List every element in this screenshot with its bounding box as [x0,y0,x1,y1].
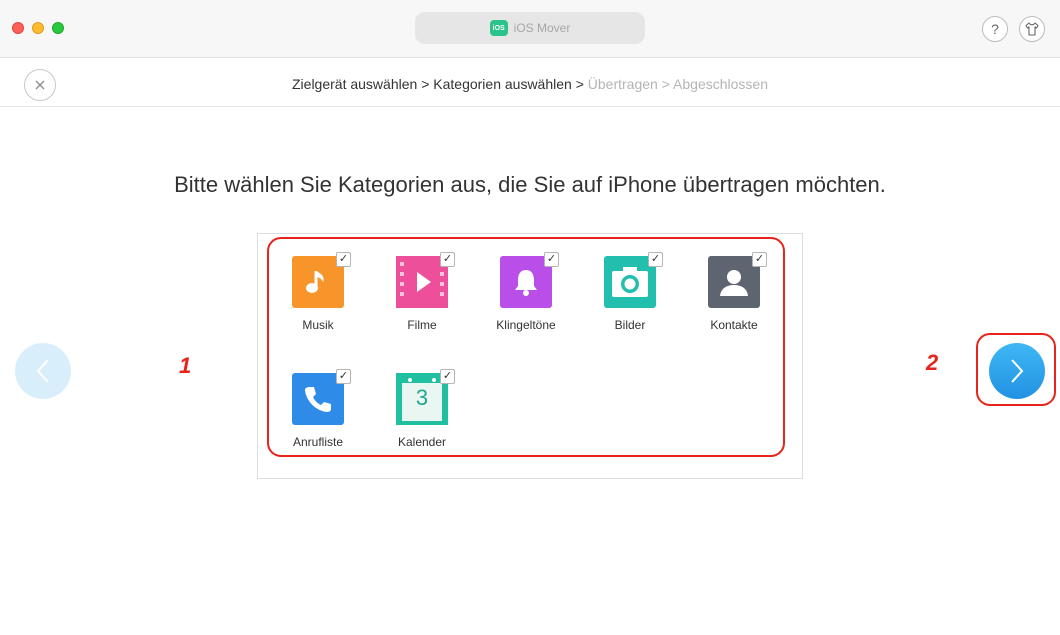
category-kontakte[interactable]: ✓ Kontakte [682,252,786,346]
category-musik[interactable]: ✓ Musik [266,252,370,346]
category-label: Kalender [397,435,447,449]
breadcrumb-step-select-device: Zielgerät auswählen [292,76,418,92]
category-label: Klingeltöne [496,318,556,332]
breadcrumb-step-select-categories: Kategorien auswählen [433,76,572,92]
window-zoom-button[interactable] [52,22,64,34]
help-button[interactable]: ? [982,16,1008,42]
klingeltoene-checkbox[interactable]: ✓ [544,252,559,267]
app-title: iOS Mover [513,21,571,35]
chevron-left-icon [36,359,49,383]
breadcrumb-separator: > [661,76,670,92]
kontakte-checkbox[interactable]: ✓ [752,252,767,267]
filme-checkbox[interactable]: ✓ [440,252,455,267]
next-button-highlight-frame [976,333,1056,406]
category-filme[interactable]: ✓ Filme [370,252,474,346]
category-label: Bilder [614,318,646,332]
bilder-checkbox[interactable]: ✓ [648,252,663,267]
category-bilder[interactable]: ✓ Bilder [578,252,682,346]
calendar-day: 3 [415,385,429,410]
anrufliste-checkbox[interactable]: ✓ [336,369,351,384]
breadcrumb-separator: > [421,76,430,92]
category-label: Filme [407,318,437,332]
breadcrumb-step-completed: Abgeschlossen [673,76,768,92]
category-kalender[interactable]: 3 ✓ Kalender [370,369,474,463]
app-title-pill: iOS iOS Mover [415,12,645,44]
ios-mover-logo-icon: iOS [489,20,508,36]
annotation-marker-1: 1 [179,353,192,378]
breadcrumb: Zielgerät auswählen > Kategorien auswähl… [0,76,1060,92]
category-label: Anrufliste [292,435,344,449]
category-klingeltoene[interactable]: ✓ Klingeltöne [474,252,578,346]
previous-button[interactable] [15,343,71,399]
window-minimize-button[interactable] [32,22,44,34]
category-label: Musik [302,318,334,332]
category-anrufliste[interactable]: ✓ Anrufliste [266,369,370,463]
skin-button[interactable] [1019,16,1045,42]
window-close-button[interactable] [12,22,24,34]
title-bar: iOS iOS Mover ? [0,0,1060,58]
annotation-marker-2: 2 [926,350,939,375]
tshirt-icon [1025,22,1039,36]
breadcrumb-step-transfer: Übertragen [587,76,658,92]
kalender-checkbox[interactable]: ✓ [440,369,455,384]
page-heading: Bitte wählen Sie Kategorien aus, die Sie… [174,172,886,197]
musik-checkbox[interactable]: ✓ [336,252,351,267]
breadcrumb-bar: Zielgerät auswählen > Kategorien auswähl… [0,59,1060,107]
category-label: Kontakte [710,318,758,332]
question-mark-icon: ? [991,21,999,37]
breadcrumb-separator: > [575,76,584,92]
